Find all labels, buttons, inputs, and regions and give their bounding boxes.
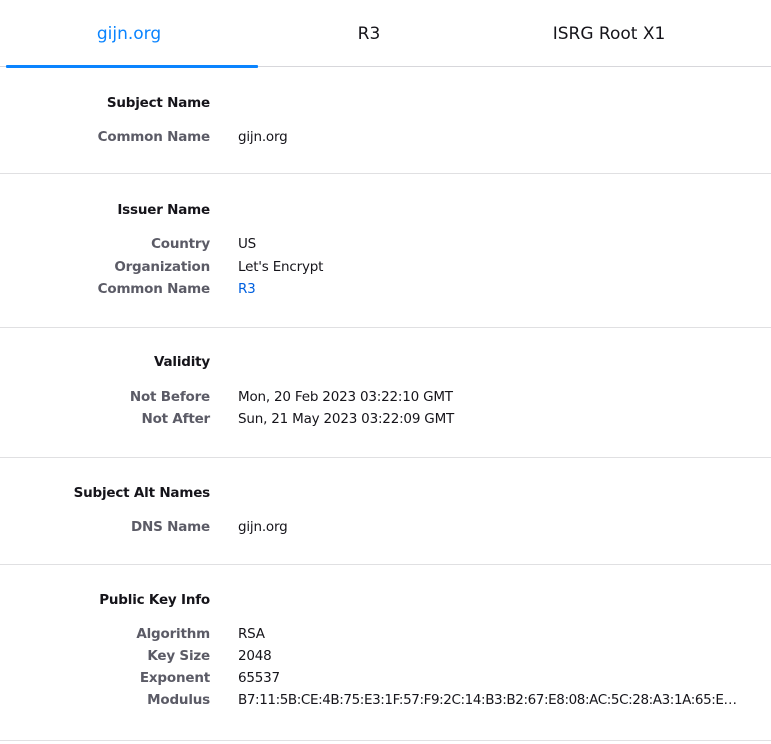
field-value: Let's Encrypt — [238, 259, 324, 275]
field-value: 65537 — [238, 670, 280, 686]
validity-not-before-row: Not Before Mon, 20 Feb 2023 03:22:10 GMT — [0, 389, 771, 411]
pk-modulus-row: Modulus B7:11:5B:CE:4B:75:E3:1F:57:F9:2C… — [0, 692, 771, 714]
field-value: Mon, 20 Feb 2023 03:22:10 GMT — [238, 389, 453, 405]
field-label: Exponent — [139, 670, 210, 686]
field-value: gijn.org — [238, 519, 288, 535]
issuer-common-name-row: Common Name R3 — [0, 281, 771, 303]
issuer-common-name-link[interactable]: R3 — [238, 281, 256, 297]
field-label: Common Name — [97, 281, 211, 297]
pk-exponent-row: Exponent 65537 — [0, 670, 771, 692]
pk-key-size-row: Key Size 2048 — [0, 648, 771, 670]
public-key-info-section: Public Key Info Algorithm RSA Key Size 2… — [0, 565, 771, 741]
section-title-subject-name: Subject Name — [106, 95, 210, 111]
section-title-validity: Validity — [153, 354, 210, 370]
section-title-subject-alt-names: Subject Alt Names — [73, 485, 211, 501]
field-label: Key Size — [147, 648, 210, 664]
issuer-name-section: Issuer Name Country US Organization Let'… — [0, 174, 771, 328]
field-label: Algorithm — [136, 626, 210, 642]
field-value: RSA — [238, 626, 265, 642]
field-label: Not After — [141, 411, 210, 427]
validity-section: Validity Not Before Mon, 20 Feb 2023 03:… — [0, 328, 771, 458]
alt-dns-name-row: DNS Name gijn.org — [0, 519, 771, 541]
section-title-public-key-info: Public Key Info — [99, 592, 210, 608]
field-label: Common Name — [97, 129, 211, 145]
section-title-issuer-name: Issuer Name — [117, 202, 210, 218]
field-label: Modulus — [147, 692, 210, 708]
certificate-tabs: gijn.org R3 ISRG Root X1 — [0, 0, 771, 68]
subject-common-name-row: Common Name gijn.org — [0, 129, 771, 151]
tab-isrg-root-x1[interactable]: ISRG Root X1 — [480, 0, 738, 67]
field-value: US — [238, 236, 257, 252]
issuer-organization-row: Organization Let's Encrypt — [0, 259, 771, 281]
field-label: Country — [151, 236, 210, 252]
subject-alt-names-section: Subject Alt Names DNS Name gijn.org — [0, 458, 771, 565]
field-label: DNS Name — [131, 519, 210, 535]
validity-not-after-row: Not After Sun, 21 May 2023 03:22:09 GMT — [0, 411, 771, 433]
issuer-country-row: Country US — [0, 236, 771, 258]
field-value: 2048 — [238, 648, 272, 664]
field-value: B7:11:5B:CE:4B:75:E3:1F:57:F9:2C:14:B3:B… — [238, 692, 738, 708]
field-value: Sun, 21 May 2023 03:22:09 GMT — [238, 411, 455, 427]
field-value: gijn.org — [238, 129, 288, 145]
field-label: Organization — [114, 259, 210, 275]
tab-r3[interactable]: R3 — [258, 0, 480, 67]
tab-gijn-org[interactable]: gijn.org — [0, 0, 258, 68]
subject-name-section: Subject Name Common Name gijn.org — [0, 67, 771, 174]
field-label: Not Before — [129, 389, 210, 405]
pk-algorithm-row: Algorithm RSA — [0, 626, 771, 648]
